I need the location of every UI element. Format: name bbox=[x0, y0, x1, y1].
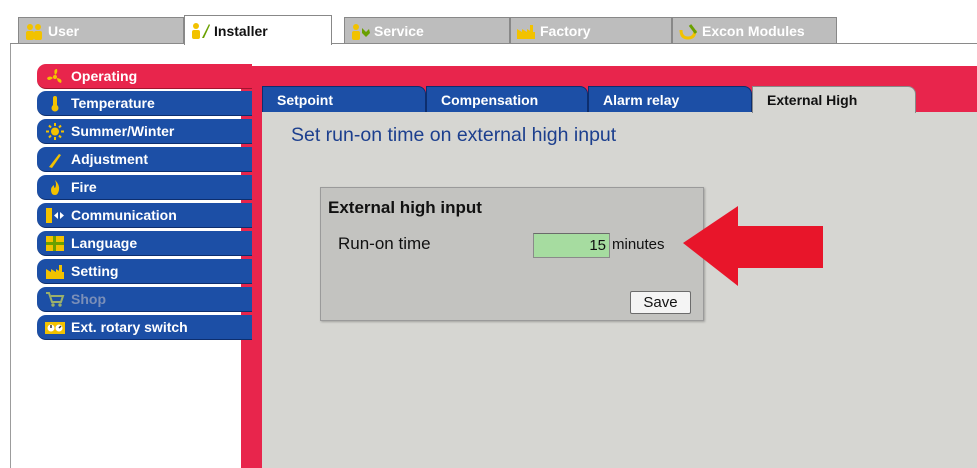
fire-icon bbox=[45, 179, 65, 196]
sidebar-item-ext-rotary-switch[interactable]: Ext. rotary switch bbox=[37, 315, 252, 340]
screwdriver-icon bbox=[45, 151, 65, 168]
sidebar-item-adjustment[interactable]: Adjustment bbox=[37, 147, 252, 172]
page-title: Set run-on time on external high input bbox=[291, 124, 617, 146]
tab-factory[interactable]: Factory bbox=[510, 17, 672, 44]
tab-setpoint[interactable]: Setpoint bbox=[262, 86, 426, 112]
language-icon bbox=[45, 235, 65, 252]
sidebar-item-label: Setting bbox=[71, 263, 119, 279]
sidebar-item-label: Operating bbox=[71, 68, 138, 84]
sidebar-item-setting[interactable]: Setting bbox=[37, 259, 252, 284]
tab-compensation[interactable]: Compensation bbox=[426, 86, 588, 112]
group-title: External high input bbox=[328, 198, 482, 217]
communication-icon bbox=[45, 207, 65, 224]
run-on-time-label: Run-on time bbox=[338, 234, 431, 253]
rotary-switch-icon bbox=[45, 319, 65, 336]
user-icon bbox=[24, 23, 44, 40]
factory-icon bbox=[516, 23, 536, 40]
setting-icon bbox=[45, 263, 65, 280]
fan-icon bbox=[45, 68, 65, 85]
sidebar-item-temperature[interactable]: Temperature bbox=[37, 91, 252, 116]
tab-excon-modules-label: Excon Modules bbox=[702, 23, 805, 39]
tab-excon-modules[interactable]: Excon Modules bbox=[672, 17, 837, 44]
service-icon bbox=[350, 23, 370, 40]
sidebar-item-language[interactable]: Language bbox=[37, 231, 252, 256]
tab-user-label: User bbox=[48, 23, 80, 39]
sidebar-item-label: Language bbox=[71, 235, 138, 251]
tab-factory-label: Factory bbox=[540, 23, 591, 39]
run-on-time-input[interactable] bbox=[533, 233, 610, 258]
tab-setpoint-label: Setpoint bbox=[277, 91, 333, 108]
sidebar-item-operating[interactable]: Operating bbox=[37, 64, 252, 89]
sidebar-item-label: Adjustment bbox=[71, 151, 148, 167]
external-high-input-group: External high input Run-on time minutes … bbox=[320, 187, 704, 321]
sidebar-item-label: Communication bbox=[71, 207, 177, 223]
save-button[interactable]: Save bbox=[630, 291, 691, 314]
sidebar-item-label: Fire bbox=[71, 179, 97, 195]
tab-compensation-label: Compensation bbox=[441, 91, 539, 108]
tab-external-high-label: External High bbox=[767, 92, 858, 108]
tab-alarm-relay[interactable]: Alarm relay bbox=[588, 86, 752, 112]
top-tab-bar: User Installer Service Factory Excon Mod… bbox=[0, 0, 977, 45]
cart-icon bbox=[45, 291, 65, 308]
sidebar-item-summer-winter[interactable]: Summer/Winter bbox=[37, 119, 252, 144]
tab-service[interactable]: Service bbox=[344, 17, 510, 44]
tab-alarm-relay-label: Alarm relay bbox=[603, 91, 680, 108]
installer-icon bbox=[190, 22, 210, 39]
tab-installer[interactable]: Installer bbox=[184, 15, 332, 45]
tab-installer-label: Installer bbox=[214, 22, 268, 39]
annotation-arrow-icon bbox=[683, 206, 823, 286]
sidebar-item-shop[interactable]: Shop bbox=[37, 287, 252, 312]
sidebar-item-label: Summer/Winter bbox=[71, 123, 175, 139]
tab-external-high[interactable]: External High bbox=[752, 86, 916, 113]
excon-modules-icon bbox=[678, 23, 698, 40]
sidebar-item-fire[interactable]: Fire bbox=[37, 175, 252, 200]
sun-icon bbox=[45, 122, 65, 140]
tab-service-label: Service bbox=[374, 23, 424, 39]
sidebar-item-label: Ext. rotary switch bbox=[71, 319, 188, 335]
sidebar-item-communication[interactable]: Communication bbox=[37, 203, 252, 228]
sidebar-item-label: Temperature bbox=[71, 95, 155, 111]
run-on-time-unit: minutes bbox=[612, 236, 665, 253]
tab-user[interactable]: User bbox=[18, 17, 184, 44]
sidebar-item-label: Shop bbox=[71, 291, 106, 307]
thermometer-icon bbox=[45, 95, 65, 112]
